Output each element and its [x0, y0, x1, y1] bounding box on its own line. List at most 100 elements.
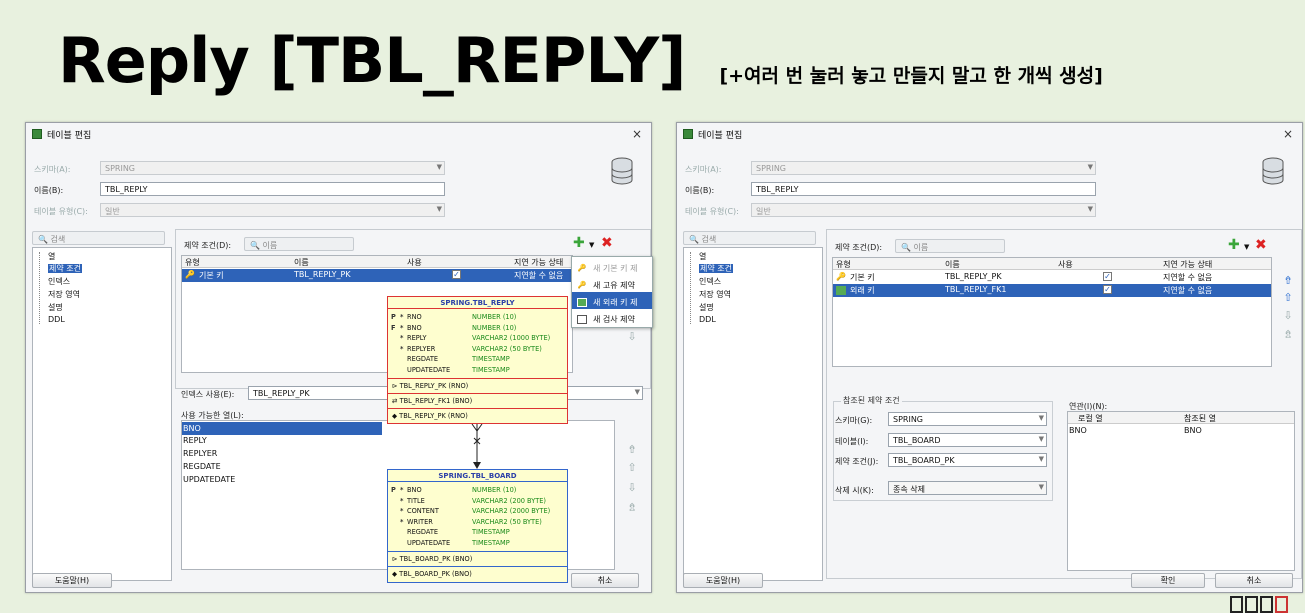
table-row[interactable]: BNO BNO	[1068, 425, 1294, 438]
move-down-icon[interactable]: ⇩	[1282, 309, 1294, 322]
move-top-icon[interactable]: ⇮	[1282, 274, 1294, 287]
cancel-button[interactable]: 취소	[1215, 573, 1293, 588]
tree-item-ddl[interactable]: DDL	[48, 315, 65, 324]
chevron-down-icon[interactable]: ▼	[1244, 243, 1249, 251]
tree-item-ddl[interactable]: DDL	[699, 315, 716, 324]
schema-select[interactable]: SPRING ▼	[751, 161, 1096, 175]
schema-select[interactable]: SPRING ▼	[100, 161, 445, 175]
index-label: 인덱스 사용(E):	[181, 390, 235, 399]
tree-item-indexes[interactable]: 인덱스	[48, 276, 70, 287]
erd-key-label: TBL_BOARD_PK (BNO)	[399, 570, 472, 578]
on-delete-value: 종속 삭제	[893, 485, 925, 494]
erd-column-type: VARCHAR2 (200 BYTE)	[472, 496, 547, 505]
move-down-icon[interactable]: ⇩	[626, 481, 638, 494]
tree-label: 열	[48, 252, 56, 261]
dialog-title: 테이블 편집	[47, 130, 92, 141]
ref-cons-select[interactable]: TBL_BOARD_PK ▼	[888, 453, 1047, 467]
tree-item-columns[interactable]: 열	[699, 251, 706, 262]
move-up-icon[interactable]: ⇧	[1282, 291, 1294, 304]
tree-label: 제약 조건	[48, 264, 82, 273]
tree-item-constraints[interactable]: 제약 조건	[699, 263, 733, 274]
delete-icon[interactable]: ✖	[601, 235, 613, 251]
list-item[interactable]: BNO	[182, 422, 382, 435]
erd-tbl-reply: SPRING.TBL_REPLY P * RNO NUMBER (10) F * BNO NU…	[387, 296, 568, 424]
brand-logo	[1230, 596, 1305, 613]
fk-icon	[577, 297, 587, 307]
erd-column-name: REPLY	[407, 334, 427, 342]
list-item[interactable]: REPLY	[182, 434, 207, 447]
used-checkbox[interactable]: ✓	[1103, 272, 1112, 281]
move-top-icon[interactable]: ⇮	[626, 443, 638, 456]
menu-item-new-fk[interactable]: 새 외래 키 제	[572, 292, 652, 309]
move-down-icon[interactable]: ⇩	[626, 330, 638, 343]
chevron-down-icon[interactable]: ▼	[589, 241, 594, 249]
erd-column-name: BNO	[407, 486, 422, 494]
constraint-search[interactable]: 🔍 이름	[244, 237, 354, 251]
name-value: TBL_REPLY	[105, 185, 148, 194]
move-bottom-icon[interactable]: ⇯	[1282, 328, 1294, 341]
table-row[interactable]: 외래 키 TBL_REPLY_FK1 ✓ 지연할 수 없음	[833, 284, 1271, 297]
erd-column-type: NUMBER (10)	[472, 323, 517, 332]
ref-table-select[interactable]: TBL_BOARD ▼	[888, 433, 1047, 447]
on-delete-select[interactable]: 종속 삭제 ▼	[888, 481, 1047, 495]
add-constraint-menu: 🔑 새 기본 키 제 🔑 새 고유 제약 새 외래 키 제 새 검사 제약	[571, 256, 653, 328]
add-icon[interactable]: ✚	[1228, 237, 1240, 253]
erd-key-label: TBL_BOARD_PK (BNO)	[399, 555, 473, 563]
add-icon[interactable]: ✚	[573, 235, 585, 251]
delete-icon[interactable]: ✖	[1255, 237, 1267, 253]
col-deferrable: 지연 가능 상태	[514, 258, 564, 267]
close-button[interactable]: ×	[1283, 127, 1293, 141]
used-checkbox[interactable]: ✓	[1103, 285, 1112, 294]
help-button[interactable]: 도움말(H)	[683, 573, 763, 588]
constraint-search[interactable]: 🔍 이름	[895, 239, 1005, 253]
table-row[interactable]: 🔑 기본 키 TBL_REPLY_PK ✓ 지연할 수 없음	[833, 271, 1271, 284]
row-name: TBL_REPLY_PK	[945, 272, 1002, 281]
tree-item-comment[interactable]: 설명	[699, 302, 714, 313]
close-button[interactable]: ×	[632, 127, 642, 141]
type-select[interactable]: 일반 ▼	[751, 203, 1096, 217]
erd-column-type: VARCHAR2 (50 BYTE)	[472, 517, 542, 526]
tree-item-comment[interactable]: 설명	[48, 302, 63, 313]
erd-column-name: UPDATEDATE	[407, 365, 451, 374]
tree-item-constraints[interactable]: 제약 조건	[48, 263, 82, 274]
name-input[interactable]: TBL_REPLY	[100, 182, 445, 196]
tree-search-input[interactable]: 🔍 검색	[683, 231, 816, 245]
tree-item-storage[interactable]: 저장 영역	[48, 289, 80, 300]
row-deferrable: 지연할 수 없음	[1163, 273, 1213, 282]
menu-item-new-check[interactable]: 새 검사 제약	[572, 309, 652, 326]
erd-title: SPRING.TBL_BOARD	[388, 470, 567, 482]
type-select[interactable]: 일반 ▼	[100, 203, 445, 217]
tree-item-indexes[interactable]: 인덱스	[699, 276, 721, 287]
list-item[interactable]: REGDATE	[182, 460, 221, 473]
menu-item-new-pk[interactable]: 🔑 새 기본 키 제	[572, 258, 652, 275]
table-row[interactable]: 🔑 기본 키 TBL_REPLY_PK ✓ 지연할 수 없음	[182, 269, 572, 282]
list-item[interactable]: UPDATEDATE	[182, 473, 235, 486]
slide-subtitle: [+여러 번 눌러 놓고 만들지 말고 한 개씩 생성]	[719, 65, 1103, 87]
pk-icon: 🔑	[577, 263, 587, 272]
erd-column-type: VARCHAR2 (1000 BYTE)	[472, 334, 551, 342]
tree-label: 저장 영역	[699, 290, 731, 299]
help-button[interactable]: 도움말(H)	[32, 573, 112, 588]
name-label: 이름(B):	[34, 186, 64, 195]
list-label: UPDATEDATE	[183, 475, 236, 484]
move-bottom-icon[interactable]: ⇯	[626, 501, 638, 514]
menu-label: 새 외래 키 제	[593, 297, 638, 307]
erd-tbl-board: SPRING.TBL_BOARD P * BNO NUMBER (10) * TITLE V…	[387, 469, 568, 583]
name-input[interactable]: TBL_REPLY	[751, 182, 1096, 196]
ref-schema-select[interactable]: SPRING ▼	[888, 412, 1047, 426]
cancel-button[interactable]: 취소	[571, 573, 639, 588]
erd-required-flag: *	[400, 344, 404, 353]
tree-item-columns[interactable]: 열	[48, 251, 55, 262]
erd-column-name: WRITER	[407, 517, 433, 526]
list-item[interactable]: REPLYER	[182, 447, 217, 460]
used-checkbox[interactable]: ✓	[452, 270, 461, 279]
move-up-icon[interactable]: ⇧	[626, 461, 638, 474]
tree-item-storage[interactable]: 저장 영역	[699, 289, 731, 300]
menu-item-new-unique[interactable]: 🔑 새 고유 제약	[572, 275, 652, 292]
tree-search-input[interactable]: 🔍 검색	[32, 231, 165, 245]
chevron-down-icon: ▼	[1087, 163, 1093, 171]
tree-label: 설명	[48, 303, 63, 312]
erd-key-flag: F	[391, 323, 396, 332]
dialog-titlebar: 테이블 편집	[677, 123, 1302, 145]
ok-button[interactable]: 확인	[1131, 573, 1205, 588]
